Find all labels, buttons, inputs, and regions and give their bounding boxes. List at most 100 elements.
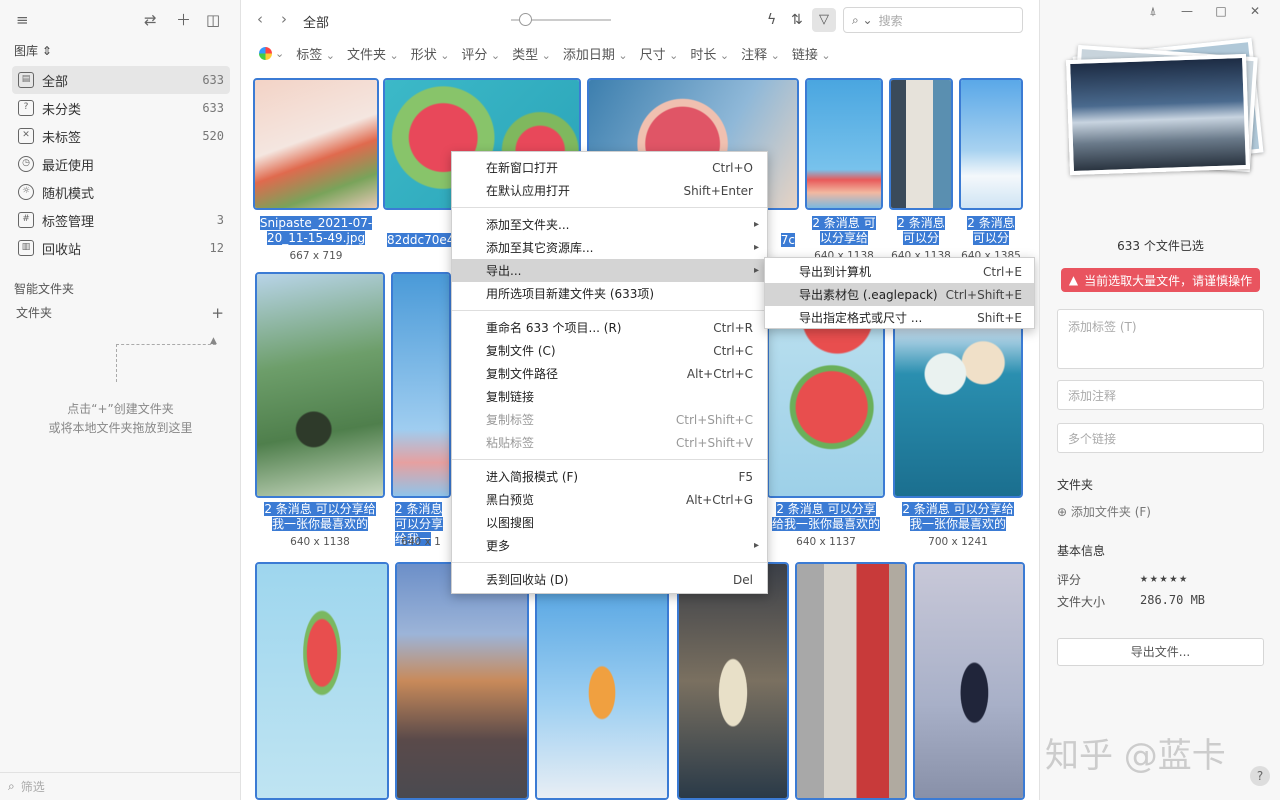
menu-open-new-window[interactable]: 在新窗口打开 Ctrl+O [452,156,767,179]
menu-export-eaglepack[interactable]: 导出素材包 (.eaglepack) Ctrl+Shift+E [765,283,1034,306]
grid-item[interactable] [255,562,389,800]
thumbnail[interactable] [391,272,451,498]
menu-open-default-app[interactable]: 在默认应用打开 Shift+Enter [452,179,767,202]
thumbnail[interactable] [795,562,907,800]
folder-empty-hint: 点击“+”创建文件夹 或将本地文件夹拖放到这里 [0,400,241,438]
library-switcher[interactable]: 图库 ⇕ [14,42,52,59]
thumbnail[interactable] [913,562,1025,800]
filter-rating[interactable]: 评分 [461,44,500,63]
smart-folders-header[interactable]: 智能文件夹 [14,280,74,297]
links-field[interactable]: 多个链接 [1057,423,1264,453]
item-dims: 640 x 1137 [796,536,856,548]
thumbnail[interactable] [535,562,669,800]
filter-icon[interactable]: ▽ [812,8,836,32]
sidebar-item-all[interactable]: ▤ 全部 633 [12,66,230,94]
folders-header: 文件夹 + [16,304,224,322]
notes-field[interactable]: 添加注释 [1057,380,1264,410]
menu-paste-tags[interactable]: 粘贴标签 Ctrl+Shift+V [452,431,767,454]
filter-shape[interactable]: 形状 [411,44,450,63]
lightning-icon[interactable]: ϟ [767,12,776,28]
add-folder-button[interactable]: ⊕ 添加文件夹 (F) [1057,503,1151,520]
grid-item[interactable]: 2 条消息 可以分享给 640 x 1138 [805,78,883,268]
filter-date-added[interactable]: 添加日期 [563,44,628,63]
add-icon[interactable]: ＋ [176,10,191,30]
thumbnail[interactable] [253,78,379,210]
sidebar-item-tag-manager[interactable]: # 标签管理 3 [12,206,230,234]
minimize-icon[interactable]: — [1170,4,1204,19]
thumbnail[interactable] [255,562,389,800]
thumbnail[interactable] [959,78,1023,210]
thumbnail[interactable] [805,78,883,210]
sort-icon[interactable]: ⇅ [791,12,803,28]
sidebar-item-label: 回收站 [42,242,82,258]
back-icon[interactable]: ‹ [257,10,263,28]
filter-tags[interactable]: 标签 [296,44,335,63]
menu-copy-tags[interactable]: 复制标签 Ctrl+Shift+C [452,408,767,431]
grid-item[interactable] [677,562,789,800]
menu-export[interactable]: 导出... [452,259,767,282]
thumbnail[interactable] [677,562,789,800]
grid-item[interactable]: 2 条消息 可以分享给我一 640 x 1 [391,272,451,552]
thumbnail-size-slider[interactable] [511,13,611,26]
untagged-icon: ✕ [18,128,34,144]
menu-grayscale-preview[interactable]: 黑白预览 Alt+Ctrl+G [452,488,767,511]
sidebar-item-trash[interactable]: ▥ 回收站 12 [12,234,230,262]
hamburger-menu-icon[interactable]: ≡ [16,10,29,30]
menu-copy-link[interactable]: 复制链接 [452,385,767,408]
grid-item[interactable]: 2 条消息 可以分 640 x 1138 [889,78,953,268]
menu-rename[interactable]: 重命名 633 个项目... (R) Ctrl+R [452,316,767,339]
menu-copy-file[interactable]: 复制文件 (C) Ctrl+C [452,339,767,362]
sidebar-item-untagged[interactable]: ✕ 未标签 520 [12,122,230,150]
menu-move-to-trash[interactable]: 丢到回收站 (D) Del [452,568,767,591]
menu-export-to-computer[interactable]: 导出到计算机 Ctrl+E [765,260,1034,283]
swap-icon[interactable]: ⇄ [144,10,157,30]
sidebar-item-uncategorized[interactable]: ? 未分类 633 [12,94,230,122]
slider-knob[interactable] [519,13,532,26]
menu-copy-path[interactable]: 复制文件路径 Alt+Ctrl+C [452,362,767,385]
menu-presentation-mode[interactable]: 进入简报模式 (F) F5 [452,465,767,488]
menu-add-to-other-library[interactable]: 添加至其它资源库... [452,236,767,259]
grid-item[interactable]: 2 条消息 可以分 640 x 1385 [959,78,1023,268]
menu-search-by-image[interactable]: 以图搜图 [452,511,767,534]
grid-item[interactable]: 2 条消息 可以分享给我一张你最喜欢的 640 x 1138 [255,272,385,552]
window-controls: ⍋ — □ ✕ [1136,4,1272,19]
pin-icon[interactable]: ⍋ [1136,4,1170,19]
menu-export-format-size[interactable]: 导出指定格式或尺寸 ... Shift+E [765,306,1034,329]
add-folder-icon[interactable]: + [211,304,224,322]
export-files-button[interactable]: 导出文件... [1057,638,1264,666]
grid-item[interactable] [395,562,529,800]
sidebar-filter-input[interactable]: ⌕ 筛选 [0,772,241,800]
rating-stars[interactable]: ★★★★★ [1140,571,1189,586]
close-icon[interactable]: ✕ [1238,4,1272,19]
filter-type[interactable]: 类型 [512,44,551,63]
grid-item[interactable] [535,562,669,800]
inspector-panel: ⍋ — □ ✕ 633 个文件已选 ▲ 当前选取大量文件，请谨慎操作 添加标签 … [1039,0,1280,800]
menu-add-to-folder[interactable]: 添加至文件夹... [452,213,767,236]
forward-icon[interactable]: › [281,10,287,28]
filter-folders[interactable]: 文件夹 [347,44,399,63]
filter-links[interactable]: 链接 [792,44,831,63]
grid-item[interactable] [913,562,1025,800]
uncategorized-icon: ? [18,100,34,116]
thumbnail[interactable] [395,562,529,800]
filter-notes[interactable]: 注释 [741,44,780,63]
color-filter-icon[interactable] [259,47,272,60]
sidebar-item-random[interactable]: ☼ 随机模式 [12,178,230,206]
sidebar-item-label: 标签管理 [42,214,95,230]
add-tags-field[interactable]: 添加标签 (T) [1057,309,1264,369]
thumbnail[interactable] [889,78,953,210]
thumbnail[interactable] [255,272,385,498]
filter-size[interactable]: 尺寸 [640,44,679,63]
layout-toggle-icon[interactable]: ◫ [206,10,220,30]
sidebar-item-recent[interactable]: ◷ 最近使用 [12,150,230,178]
menu-new-folder-from-selection[interactable]: 用所选项目新建文件夹 (633项) [452,282,767,305]
grid-item[interactable]: Snipaste_2021-07-20_11-15-49.jpg 667 x 7… [253,78,379,268]
help-icon[interactable]: ? [1250,766,1270,786]
menu-more[interactable]: 更多 [452,534,767,557]
filter-duration[interactable]: 时长 [690,44,729,63]
grid-item[interactable] [795,562,907,800]
search-input[interactable]: ⌕ ⌄ 搜索 [843,7,1023,33]
library-list: ▤ 全部 633 ? 未分类 633 ✕ 未标签 520 ◷ 最近使用 ☼ 随机… [12,66,230,262]
maximize-icon[interactable]: □ [1204,4,1238,19]
selection-preview-stack [1064,37,1264,176]
